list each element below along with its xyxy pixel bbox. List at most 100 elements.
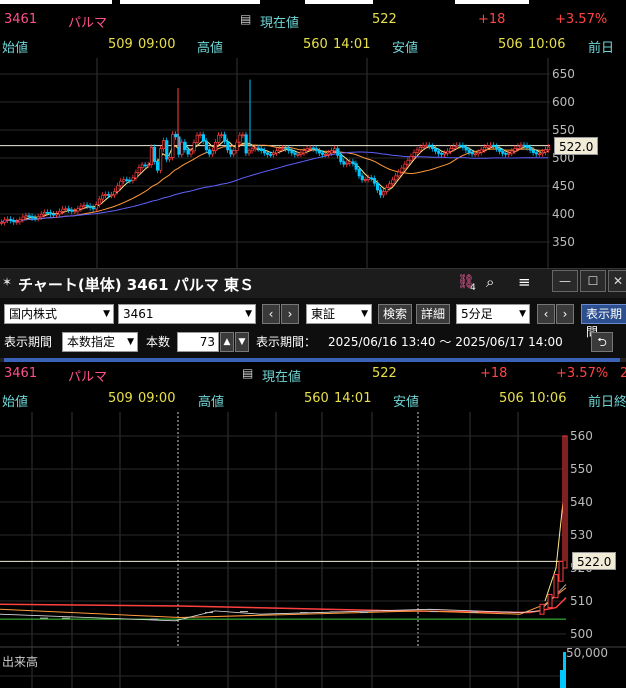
y-tick-label: 550 bbox=[570, 462, 593, 476]
search-icon[interactable]: ⌕ bbox=[486, 273, 494, 291]
candle-body bbox=[547, 593, 553, 609]
candle-body bbox=[357, 168, 361, 177]
low-label: 安値 bbox=[392, 41, 419, 56]
candle-body bbox=[278, 148, 282, 152]
maximize-button[interactable]: ☐ bbox=[580, 270, 606, 292]
input-fragment[interactable] bbox=[455, 0, 529, 4]
candle-body bbox=[253, 147, 257, 150]
candle-body bbox=[284, 147, 288, 150]
bottom-grid bbox=[0, 412, 626, 688]
bottom-quote-row: 3461 パルマ ▤ 現在値 522 +18 +3.57% 2 bbox=[0, 366, 626, 386]
candle-body bbox=[302, 150, 306, 154]
stock-name: パルマ bbox=[68, 16, 108, 31]
link-badge: 4 bbox=[470, 283, 476, 293]
candle-body bbox=[534, 152, 539, 155]
count-input[interactable]: 73 bbox=[177, 332, 219, 352]
candle-body bbox=[403, 163, 407, 169]
candle-body bbox=[461, 145, 465, 148]
candle-body bbox=[162, 140, 166, 150]
pin-icon[interactable]: ✶ bbox=[2, 275, 12, 289]
candle-body bbox=[70, 209, 74, 212]
candle-body bbox=[97, 198, 102, 205]
chart-toolbar: 国内株式▼ 3461▼ ‹ › 東証▼ 検索 詳細 5分足▼ ‹ › 表示期間 … bbox=[0, 298, 626, 358]
top-y-axis: 650600550500450400350 bbox=[552, 67, 575, 249]
count-stepper-down[interactable]: ▼ bbox=[235, 332, 249, 352]
candle-body bbox=[100, 194, 105, 200]
prev-label: 前日終 bbox=[588, 395, 626, 410]
bottom-candlestick-chart[interactable]: 560550540530520510500 bbox=[0, 412, 626, 688]
prev-stock-button[interactable]: ‹ bbox=[262, 304, 280, 324]
interval-select[interactable]: 5分足 ▼ bbox=[456, 304, 530, 324]
candle-body bbox=[39, 213, 44, 218]
close-button[interactable]: ✕ bbox=[608, 270, 626, 292]
list-icon[interactable]: ▤ bbox=[240, 12, 251, 26]
current-price-label: 現在値 bbox=[260, 16, 300, 31]
exchange-select[interactable]: 東証 ▼ bbox=[306, 304, 372, 324]
candle-body bbox=[498, 148, 502, 152]
candle-body bbox=[467, 149, 471, 153]
market-select[interactable]: 国内株式 ▼ bbox=[4, 304, 114, 324]
candle-body bbox=[427, 144, 432, 147]
chevron-down-icon: ▼ bbox=[519, 309, 526, 319]
candle-body bbox=[58, 211, 62, 215]
window-title: チャート(単体) 3461 パルマ 東Ｓ bbox=[18, 276, 254, 294]
candle-body bbox=[473, 153, 477, 156]
scroll-indicator[interactable] bbox=[4, 358, 620, 362]
candle-body bbox=[360, 175, 364, 181]
candle-body bbox=[539, 603, 545, 615]
candle-body bbox=[311, 147, 315, 150]
candle-body bbox=[275, 150, 279, 154]
count-stepper[interactable]: ▲ bbox=[220, 332, 234, 352]
minimize-button[interactable]: — bbox=[552, 270, 578, 292]
change-percent: +3.57% bbox=[556, 366, 609, 381]
candle-body bbox=[91, 207, 95, 210]
period-mode-select[interactable]: 本数指定 ▼ bbox=[62, 332, 138, 352]
input-fragment[interactable] bbox=[120, 0, 260, 4]
candle-body bbox=[36, 216, 40, 219]
candle-body bbox=[107, 194, 111, 196]
prev-interval-button[interactable]: ‹ bbox=[537, 304, 555, 324]
input-fragment[interactable] bbox=[0, 0, 112, 4]
market-value: 国内株式 bbox=[9, 307, 58, 321]
candle-body bbox=[418, 147, 422, 151]
candle-body bbox=[198, 134, 202, 136]
code-select[interactable]: 3461 ▼ bbox=[118, 304, 256, 324]
candle-body bbox=[293, 152, 297, 155]
candle-body bbox=[479, 149, 484, 153]
display-period-button[interactable]: 表示期間 bbox=[581, 304, 626, 339]
reset-icon[interactable]: ⮌ bbox=[591, 332, 613, 352]
candle-body bbox=[259, 148, 264, 151]
candle-body bbox=[119, 180, 123, 187]
y-tick-label: 450 bbox=[552, 179, 575, 193]
candle-body bbox=[537, 153, 542, 156]
input-fragment[interactable] bbox=[305, 0, 373, 4]
candle-body bbox=[94, 204, 99, 210]
window-titlebar: ✶ チャート(単体) 3461 パルマ 東Ｓ ⛓ 4 ⌕ ≡ — ☐ ✕ bbox=[0, 268, 626, 298]
stock-name: パルマ bbox=[68, 370, 108, 385]
candle-body bbox=[174, 133, 178, 138]
candle-body bbox=[489, 144, 493, 147]
candle-body bbox=[149, 147, 154, 166]
detail-button[interactable]: 詳細 bbox=[416, 304, 450, 324]
candle-body bbox=[336, 148, 340, 156]
menu-icon[interactable]: ≡ bbox=[518, 273, 531, 291]
list-icon[interactable]: ▤ bbox=[242, 366, 253, 380]
candle-body bbox=[382, 191, 386, 196]
next-stock-button[interactable]: › bbox=[281, 304, 299, 324]
search-button[interactable]: 検索 bbox=[378, 304, 412, 324]
candle-body bbox=[30, 216, 34, 219]
candle-body bbox=[348, 161, 352, 164]
candle-body bbox=[330, 150, 334, 154]
candle-body bbox=[73, 210, 77, 213]
y-tick-label: 350 bbox=[552, 235, 575, 249]
next-interval-button[interactable]: › bbox=[556, 304, 574, 324]
candle-body bbox=[238, 134, 242, 143]
candle-body bbox=[455, 144, 459, 147]
candle-body bbox=[415, 149, 419, 153]
candle-body bbox=[42, 211, 47, 215]
top-candlestick-chart[interactable]: 650600550500450400350 bbox=[0, 58, 626, 268]
y-tick-label: 650 bbox=[552, 67, 575, 81]
candle-body bbox=[513, 148, 517, 152]
open-time: 09:00 bbox=[138, 391, 176, 406]
low-time: 10:06 bbox=[528, 37, 566, 52]
